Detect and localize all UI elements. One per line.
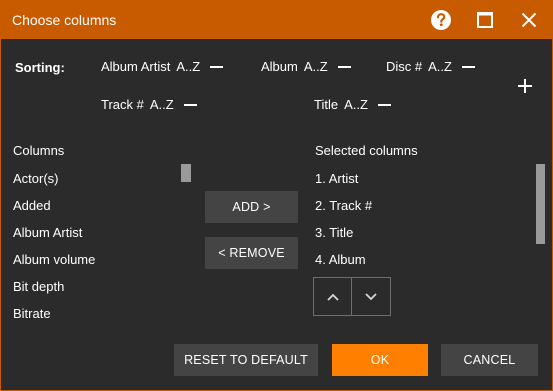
available-columns-list[interactable]: Actor(s) Added Album Artist Album volume… bbox=[13, 164, 188, 318]
sort-field: Disc # bbox=[386, 59, 423, 74]
columns-heading: Columns bbox=[13, 143, 65, 158]
sort-order[interactable]: A..Z bbox=[344, 97, 368, 112]
remove-sort-icon[interactable] bbox=[337, 65, 351, 68]
sort-item-title[interactable]: Title A..Z bbox=[314, 97, 391, 112]
sort-order[interactable]: A..Z bbox=[150, 97, 174, 112]
ok-button[interactable]: OK bbox=[332, 344, 428, 376]
help-icon bbox=[431, 10, 451, 30]
sort-field: Album Artist bbox=[101, 59, 171, 74]
chevron-down-icon bbox=[365, 292, 377, 300]
help-button[interactable] bbox=[419, 1, 463, 39]
dialog-title: Choose columns bbox=[12, 12, 117, 28]
reset-to-default-button[interactable]: RESET TO DEFAULT bbox=[174, 344, 318, 376]
add-button[interactable]: ADD > bbox=[205, 191, 298, 223]
list-item[interactable]: Bit depth bbox=[13, 279, 64, 294]
list-item[interactable]: Album volume bbox=[13, 252, 95, 267]
remove-sort-icon[interactable] bbox=[461, 65, 475, 68]
columns-scrollbar[interactable] bbox=[181, 164, 191, 182]
sort-order[interactable]: A..Z bbox=[176, 59, 200, 74]
list-item[interactable]: 3. Title bbox=[315, 225, 353, 240]
close-icon bbox=[521, 12, 537, 28]
sort-field: Album bbox=[261, 59, 298, 74]
list-item[interactable]: Album Artist bbox=[13, 225, 82, 240]
list-item[interactable]: Actor(s) bbox=[13, 171, 59, 186]
list-item[interactable]: 4. Album bbox=[315, 252, 366, 267]
choose-columns-dialog: Choose columns Sorting: Album Artist A..… bbox=[0, 0, 553, 391]
selected-columns-heading: Selected columns bbox=[315, 143, 418, 158]
cancel-button[interactable]: CANCEL bbox=[441, 344, 538, 376]
remove-sort-icon[interactable] bbox=[377, 103, 391, 106]
sort-item-disc[interactable]: Disc # A..Z bbox=[386, 59, 475, 74]
sort-item-album[interactable]: Album A..Z bbox=[261, 59, 351, 74]
list-item[interactable]: 1. Artist bbox=[315, 171, 358, 186]
list-item[interactable]: 2. Track # bbox=[315, 198, 372, 213]
remove-button[interactable]: < REMOVE bbox=[205, 237, 298, 269]
maximize-button[interactable] bbox=[463, 1, 507, 39]
chevron-up-icon bbox=[326, 293, 339, 301]
sort-item-album-artist[interactable]: Album Artist A..Z bbox=[101, 59, 224, 74]
title-bar[interactable]: Choose columns bbox=[1, 1, 552, 39]
add-sort-button[interactable] bbox=[515, 76, 535, 96]
sort-order[interactable]: A..Z bbox=[428, 59, 452, 74]
sorting-label: Sorting: bbox=[15, 60, 65, 75]
maximize-icon bbox=[477, 12, 493, 28]
list-item[interactable]: Added bbox=[13, 198, 51, 213]
move-up-button[interactable] bbox=[313, 277, 352, 316]
selected-scrollbar[interactable] bbox=[536, 164, 545, 244]
list-item[interactable]: Bitrate bbox=[13, 306, 51, 318]
sort-field: Track # bbox=[101, 97, 144, 112]
sort-field: Title bbox=[314, 97, 339, 112]
close-button[interactable] bbox=[507, 1, 551, 39]
remove-sort-icon[interactable] bbox=[210, 65, 224, 68]
sort-order[interactable]: A..Z bbox=[304, 59, 328, 74]
plus-icon bbox=[518, 79, 532, 93]
selected-columns-list[interactable]: 1. Artist 2. Track # 3. Title 4. Album bbox=[315, 164, 525, 268]
remove-sort-icon[interactable] bbox=[183, 103, 197, 106]
sort-item-track[interactable]: Track # A..Z bbox=[101, 97, 197, 112]
move-down-button[interactable] bbox=[352, 277, 391, 316]
